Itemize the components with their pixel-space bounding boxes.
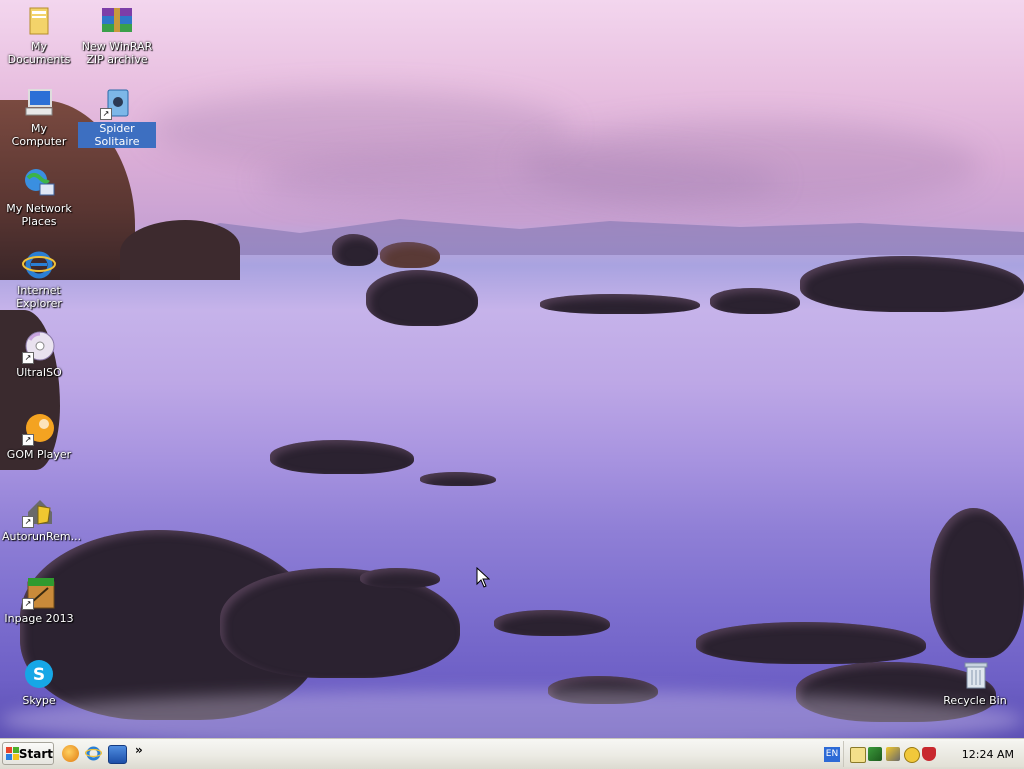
quick-launch-media-player-icon[interactable] [62,745,79,762]
wallpaper-rock [710,288,800,314]
desktop-icon-autorun-remover[interactable]: ↗ AutorunRem... [0,494,81,543]
shortcut-arrow-icon: ↗ [100,108,112,120]
autorun-shield-icon: ↗ [22,494,56,528]
desktop-icon-label: New WinRAR ZIP archive [81,40,153,66]
desktop-icon-my-computer[interactable]: My Computer [0,86,78,148]
tray-autorun-shield-icon[interactable] [886,747,900,761]
desktop-icon-label: My Network Places [6,202,72,228]
desktop-icon-label: UltraISO [16,366,62,379]
wallpaper-cloud [260,150,780,210]
desktop-icon-my-network-places[interactable]: My Network Places [0,166,78,228]
shortcut-arrow-icon: ↗ [22,516,34,528]
desktop-icon-winrar-archive[interactable]: New WinRAR ZIP archive [78,4,156,66]
taskbar: Start » EN 12:24 AM [0,738,1024,769]
wallpaper-rock [800,256,1024,312]
tray-network-icon[interactable] [868,747,882,761]
computer-icon [22,86,56,120]
tray-smiley-icon[interactable] [904,747,920,763]
tray-security-shield-icon[interactable] [922,747,936,761]
folder-icon [22,4,56,38]
desktop-icon-ultraiso[interactable]: ↗ UltraISO [0,330,78,379]
wallpaper-rock [696,622,926,664]
network-globe-icon [22,166,56,200]
wallpaper-rock [360,568,440,588]
quick-launch-show-desktop-icon[interactable] [108,745,127,764]
quick-launch-more-button[interactable]: » [135,743,143,757]
inpage-icon: ↗ [22,576,56,610]
spider-solitaire-icon: ↗ [100,86,134,120]
desktop-icon-spider-solitaire[interactable]: ↗ Spider Solitaire [78,86,156,148]
desktop-icon-label: Spider Solitaire [78,122,156,148]
desktop-icon-label: Internet Explorer [16,284,62,310]
winrar-archive-icon [100,4,134,38]
desktop-icon-skype[interactable]: S Skype [0,658,78,707]
gom-player-icon: ↗ [22,412,56,446]
wallpaper-rock [540,294,700,314]
taskbar-clock[interactable]: 12:24 AM [962,748,1014,761]
desktop-icon-my-documents[interactable]: My Documents [0,4,78,66]
wallpaper-rock [380,242,440,268]
desktop-icon-internet-explorer[interactable]: Internet Explorer [0,248,78,310]
wallpaper-cliff [120,220,240,280]
start-button[interactable]: Start [2,742,54,765]
desktop-icon-gom-player[interactable]: ↗ GOM Player [0,412,78,461]
desktop-icon-recycle-bin[interactable]: Recycle Bin [936,658,1014,707]
svg-text:S: S [33,665,45,685]
tray-notes-icon[interactable] [850,747,866,763]
shortcut-arrow-icon: ↗ [22,434,34,446]
language-indicator[interactable]: EN [824,747,840,762]
wallpaper-rock [270,440,414,474]
internet-explorer-icon [22,248,56,282]
wallpaper-mountains [140,219,1024,255]
wallpaper-rock [494,610,610,636]
disc-icon: ↗ [22,330,56,364]
windows-logo-icon [6,746,19,761]
desktop-icon-label: My Computer [11,122,67,148]
shortcut-arrow-icon: ↗ [22,598,34,610]
skype-icon: S [22,658,56,692]
recycle-bin-icon [958,658,992,692]
wallpaper-rock [366,270,478,326]
system-tray: EN 12:24 AM [824,741,1024,767]
desktop-icon-inpage-2013[interactable]: ↗ Inpage 2013 [0,576,78,625]
shortcut-arrow-icon: ↗ [22,352,34,364]
desktop-icon-label: My Documents [7,40,71,66]
start-label: Start [18,746,53,761]
wallpaper-rock [332,234,378,266]
desktop-icon-label: AutorunRem... [2,530,82,543]
desktop[interactable]: My Documents New WinRAR ZIP archive My C… [0,0,1024,738]
desktop-icon-label: GOM Player [6,448,72,461]
desktop-icon-label: Recycle Bin [943,694,1007,707]
desktop-icon-label: Inpage 2013 [4,612,74,625]
wallpaper-rock [930,508,1024,658]
wallpaper-rock [420,472,496,486]
quick-launch-internet-explorer-icon[interactable] [84,745,103,762]
desktop-icon-label: Skype [22,694,56,707]
